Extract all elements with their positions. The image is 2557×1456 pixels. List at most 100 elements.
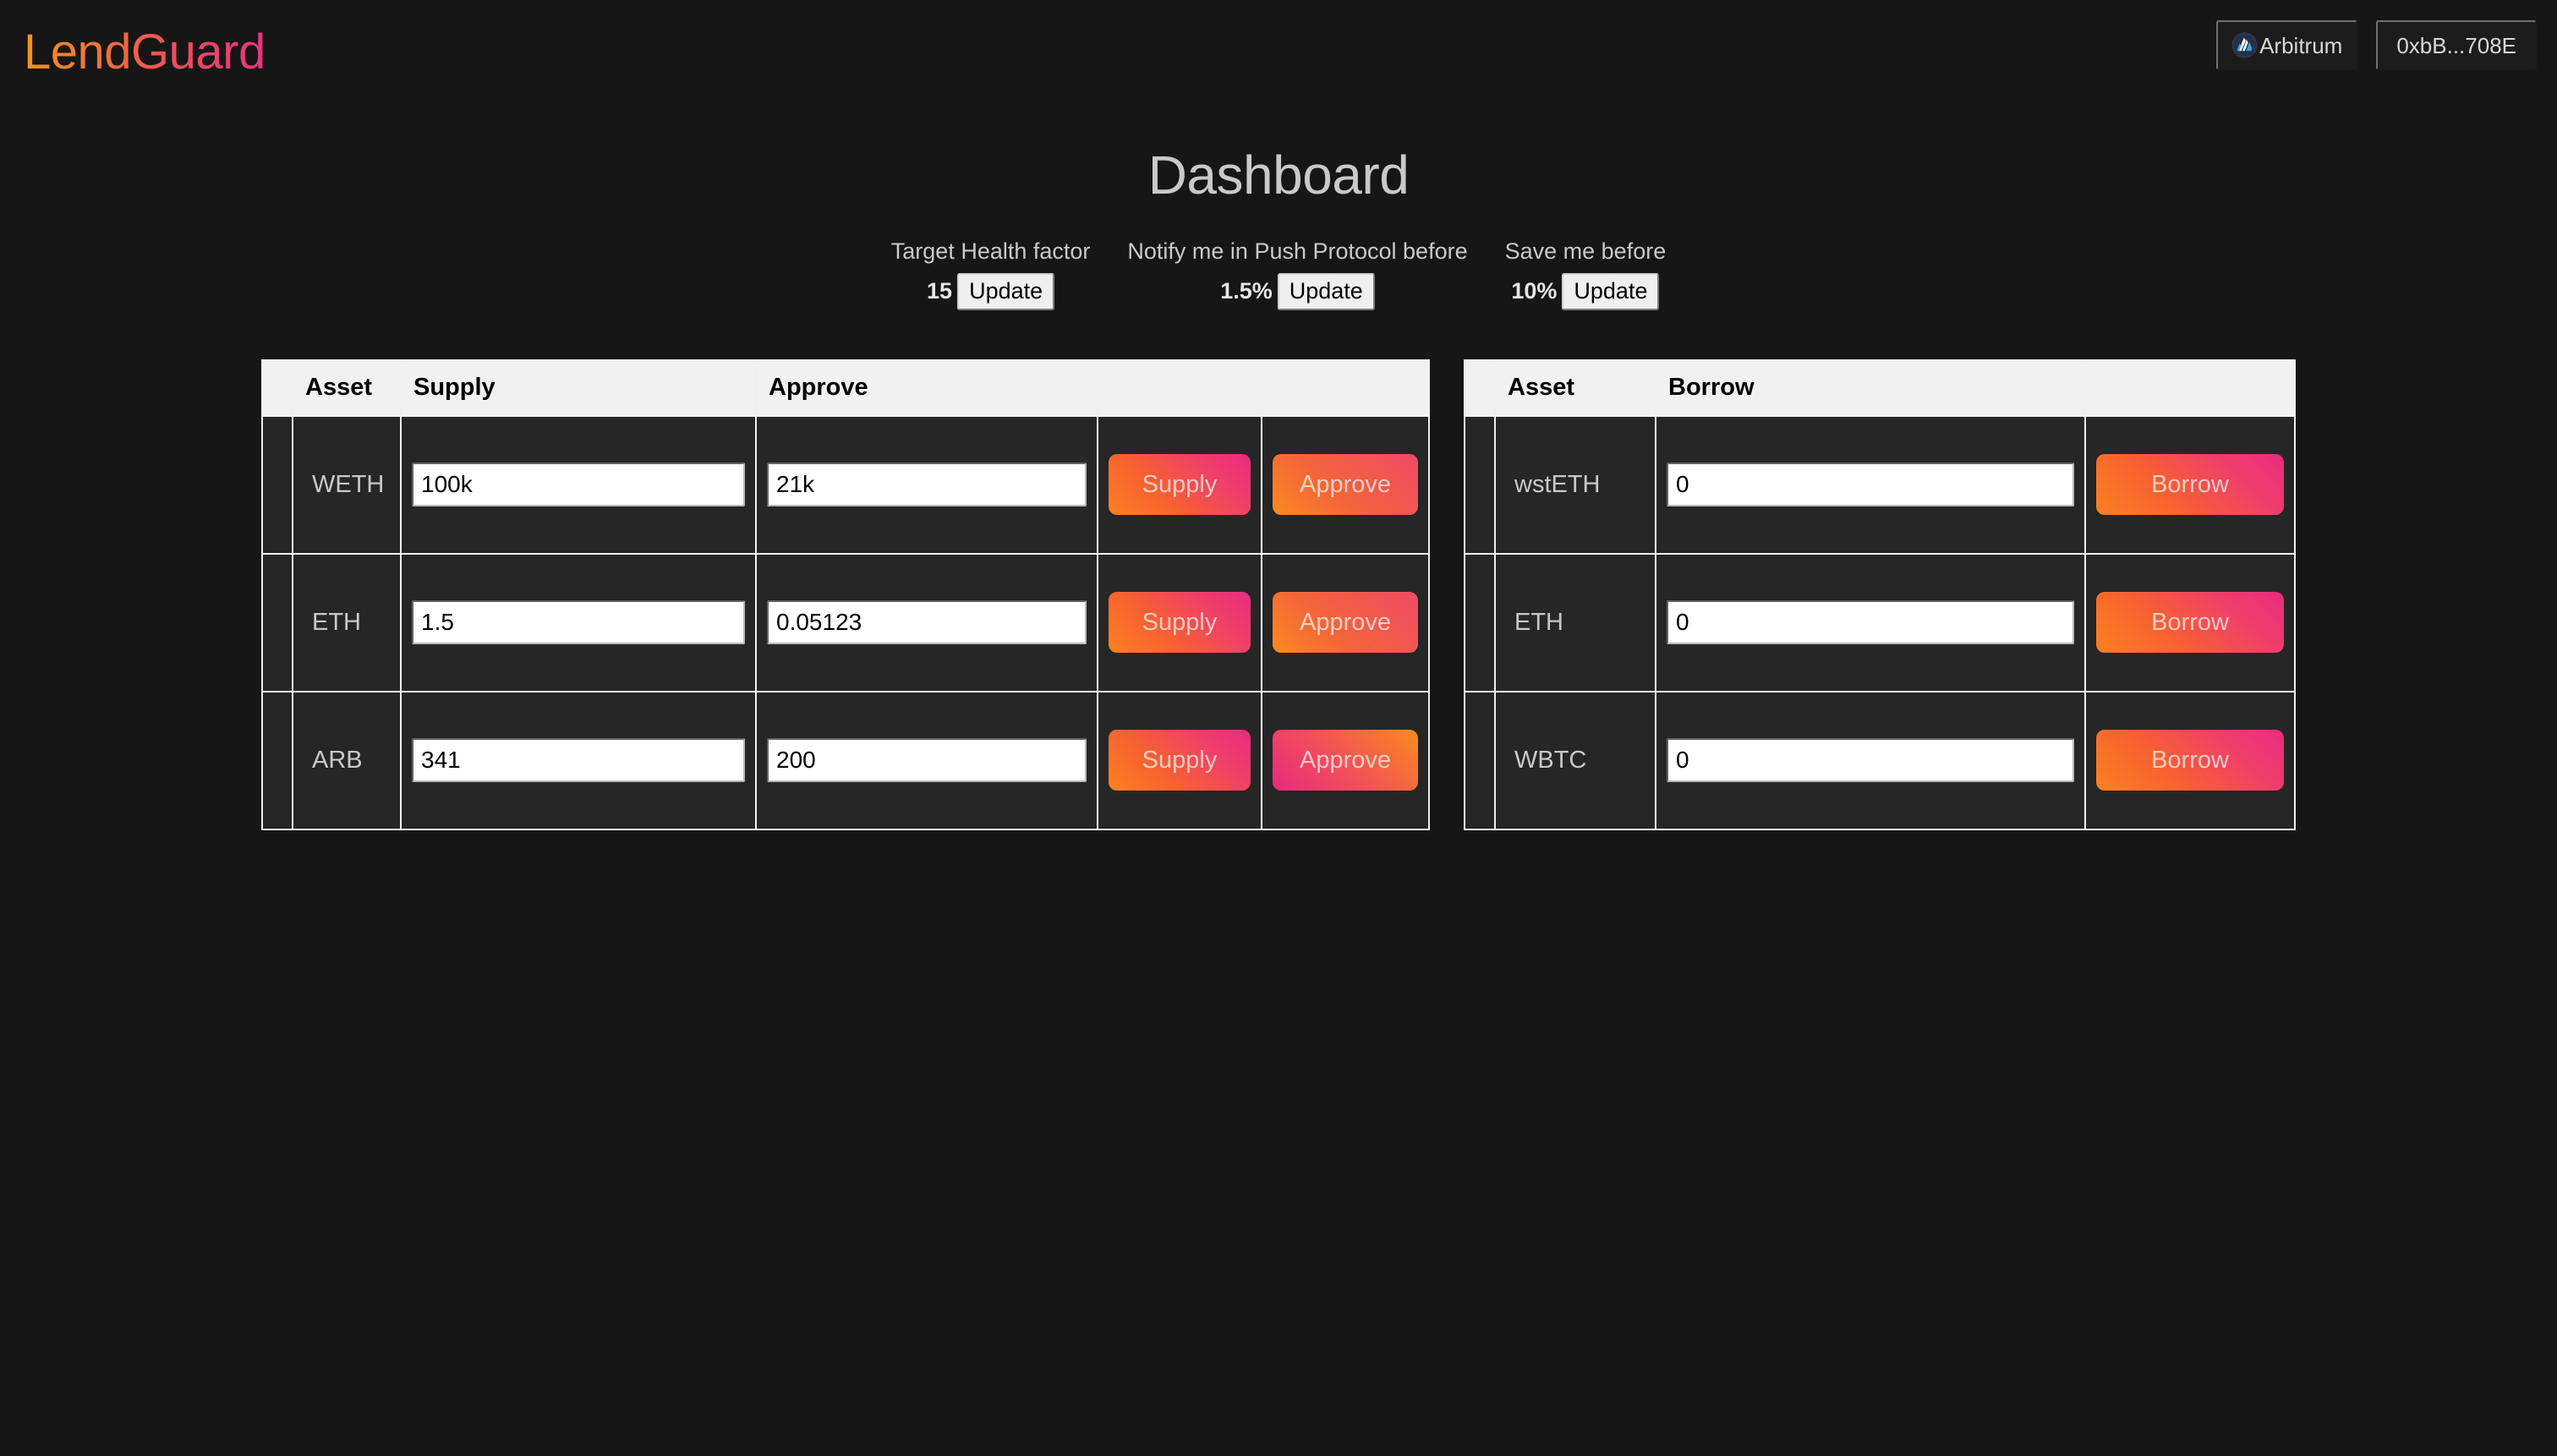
approve-button[interactable]: Approve <box>1273 454 1418 516</box>
settings-strip: Target Health factor 15 Update Notify me… <box>0 238 2557 310</box>
setting-label: Target Health factor <box>890 238 1091 264</box>
borrow-header-row: Asset Borrow <box>1464 359 2296 417</box>
wallet-controls: Arbitrum 0xbB...708E <box>2216 20 2537 70</box>
approve-amount-input[interactable] <box>767 738 1087 783</box>
asset-label: ETH <box>1514 608 1563 636</box>
supply-button[interactable]: Supply <box>1109 730 1251 791</box>
borrow-action-cell: Borrow <box>2084 414 2296 555</box>
supply-table-head: Asset Supply Approve <box>261 359 1430 417</box>
asset-label: WBTC <box>1514 746 1587 774</box>
supply-header-action1 <box>1097 359 1262 417</box>
borrow-button[interactable]: Borrow <box>2096 454 2284 516</box>
wallet-address-button[interactable]: 0xbB...708E <box>2376 20 2537 70</box>
row-spacer-cell <box>261 414 293 555</box>
supply-amount-input[interactable] <box>412 463 745 507</box>
supply-amount-cell <box>400 552 757 692</box>
asset-cell: ETH <box>1494 552 1656 692</box>
borrow-header-asset: Asset <box>1494 359 1656 417</box>
setting-label: Save me before <box>1504 238 1667 264</box>
borrow-header-spacer <box>1464 359 1496 417</box>
table-row: ETH Supply Approve <box>261 552 1430 692</box>
asset-label: wstETH <box>1514 470 1601 498</box>
supply-header-action2 <box>1261 359 1430 417</box>
borrow-amount-input[interactable] <box>1667 600 2074 645</box>
approve-button[interactable]: Approve <box>1273 592 1418 654</box>
row-spacer-cell <box>1464 552 1496 692</box>
borrow-button[interactable]: Borrow <box>2096 592 2284 654</box>
asset-cell: ARB <box>292 690 402 830</box>
borrow-amount-input[interactable] <box>1667 738 2074 783</box>
supply-table-body: WETH Supply Approve ETH <box>261 414 1430 830</box>
borrow-table: Asset Borrow wstETH Borrow <box>1464 359 2296 830</box>
row-spacer-cell <box>1464 414 1496 555</box>
asset-cell: WETH <box>292 414 402 555</box>
setting-control-row: 10% Update <box>1511 273 1660 310</box>
borrow-action-cell: Borrow <box>2084 552 2296 692</box>
borrow-amount-cell <box>1655 414 2086 555</box>
approve-amount-cell <box>755 414 1098 555</box>
borrow-amount-cell <box>1655 552 2086 692</box>
borrow-header-action <box>2084 359 2296 417</box>
supply-button[interactable]: Supply <box>1109 592 1251 654</box>
supply-button[interactable]: Supply <box>1109 454 1251 516</box>
setting-label: Notify me in Push Protocol before <box>1127 238 1468 264</box>
supply-header-spacer <box>261 359 293 417</box>
approve-action-cell: Approve <box>1261 552 1430 692</box>
approve-amount-input[interactable] <box>767 463 1087 507</box>
setting-target-health-factor: Target Health factor 15 Update <box>873 238 1109 310</box>
borrow-table-body: wstETH Borrow ETH Borrow <box>1464 414 2296 830</box>
table-row: WETH Supply Approve <box>261 414 1430 555</box>
borrow-table-head: Asset Borrow <box>1464 359 2296 417</box>
supply-header-supply: Supply <box>400 359 757 417</box>
chain-selector-button[interactable]: Arbitrum <box>2216 20 2358 70</box>
tables-container: Asset Supply Approve WETH S <box>0 359 2557 830</box>
update-save-me-before-button[interactable]: Update <box>1562 273 1660 310</box>
wallet-address-label: 0xbB...708E <box>2396 32 2516 58</box>
supply-action-cell: Supply <box>1097 690 1262 830</box>
row-spacer-cell <box>261 552 293 692</box>
row-spacer-cell <box>261 690 293 830</box>
setting-push-notify-threshold: Notify me in Push Protocol before 1.5% U… <box>1109 238 1486 310</box>
table-row: WBTC Borrow <box>1464 690 2296 830</box>
supply-amount-input[interactable] <box>412 600 745 645</box>
supply-action-cell: Supply <box>1097 414 1262 555</box>
chain-label: Arbitrum <box>2259 32 2343 58</box>
page-title: Dashboard <box>1147 145 1410 205</box>
arbitrum-icon <box>2231 32 2258 58</box>
setting-save-me-before: Save me before 10% Update <box>1487 238 1685 310</box>
approve-amount-cell <box>755 690 1098 830</box>
table-row: wstETH Borrow <box>1464 414 2296 555</box>
supply-action-cell: Supply <box>1097 552 1262 692</box>
update-push-notify-threshold-button[interactable]: Update <box>1277 273 1375 310</box>
borrow-action-cell: Borrow <box>2084 690 2296 830</box>
update-target-health-factor-button[interactable]: Update <box>957 273 1055 310</box>
table-row: ETH Borrow <box>1464 552 2296 692</box>
asset-cell: wstETH <box>1494 414 1656 555</box>
borrow-amount-cell <box>1655 690 2086 830</box>
approve-button[interactable]: Approve <box>1273 730 1418 791</box>
supply-table: Asset Supply Approve WETH S <box>261 359 1430 830</box>
supply-amount-cell <box>400 414 757 555</box>
setting-control-row: 15 Update <box>927 273 1055 310</box>
approve-action-cell: Approve <box>1261 690 1430 830</box>
borrow-amount-input[interactable] <box>1667 463 2074 507</box>
asset-label: ETH <box>312 608 361 636</box>
row-spacer-cell <box>1464 690 1496 830</box>
setting-control-row: 1.5% Update <box>1220 273 1375 310</box>
top-bar: LendGuard Arbitrum 0xbB...708E <box>0 0 2557 107</box>
borrow-button[interactable]: Borrow <box>2096 730 2284 791</box>
table-row: ARB Supply Approve <box>261 690 1430 830</box>
borrow-header-borrow: Borrow <box>1655 359 2086 417</box>
asset-label: WETH <box>312 470 385 498</box>
asset-label: ARB <box>312 746 363 774</box>
supply-amount-input[interactable] <box>412 738 745 783</box>
approve-action-cell: Approve <box>1261 414 1430 555</box>
approve-amount-input[interactable] <box>767 600 1087 645</box>
supply-amount-cell <box>400 690 757 830</box>
setting-value: 15 <box>927 278 953 304</box>
supply-header-approve: Approve <box>755 359 1098 417</box>
app-logo: LendGuard <box>24 25 266 79</box>
setting-value: 10% <box>1511 278 1558 304</box>
supply-header-row: Asset Supply Approve <box>261 359 1430 417</box>
supply-header-asset: Asset <box>292 359 402 417</box>
